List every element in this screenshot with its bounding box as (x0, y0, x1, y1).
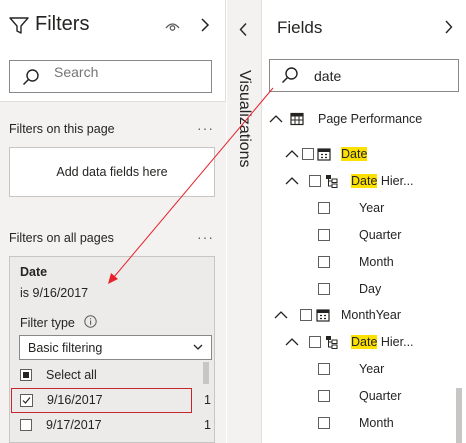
filter-type-label: Filter type (20, 316, 75, 330)
filters-pane: Filters Filters on this page ··· Add dat… (0, 0, 226, 443)
checkbox-checked-icon[interactable] (20, 394, 33, 407)
search-icon (22, 69, 39, 86)
hierarchy-level-year[interactable]: Year (318, 360, 448, 382)
tree-label: Page Performance (318, 112, 423, 126)
field-node-monthyear[interactable]: MonthYear (274, 306, 455, 328)
list-scrollbar[interactable] (203, 362, 209, 384)
visualizations-label[interactable]: Visualizations (233, 70, 253, 190)
filter-type-dropdown[interactable]: Basic filtering (19, 335, 212, 360)
checkbox[interactable] (300, 309, 312, 321)
list-item[interactable]: 9/16/2017 1 (11, 388, 211, 413)
tree-label: Day (359, 282, 382, 296)
fields-pane: Fields Page Performance Date Date Hier..… (263, 0, 466, 443)
option-count: 1 (204, 393, 211, 407)
checkbox[interactable] (302, 148, 314, 160)
hierarchy-level-month[interactable]: Month (318, 414, 448, 436)
tree-label: Month (359, 255, 394, 269)
option-label: Select all (46, 368, 97, 382)
filters-on-all-pages-heading: Filters on all pages (9, 231, 114, 245)
chevron-right-icon[interactable] (200, 17, 210, 33)
filter-card-summary: is 9/16/2017 (20, 286, 89, 300)
calendar-icon (316, 309, 330, 322)
filters-search-box[interactable] (9, 57, 212, 93)
checkbox[interactable] (20, 419, 32, 431)
hierarchy-node-date[interactable]: Date Hier... (285, 172, 455, 194)
tree-label: Year (359, 201, 385, 215)
list-item-select-all[interactable]: Select all (10, 364, 203, 388)
table-node-page-performance[interactable]: Page Performance (269, 110, 459, 132)
calendar-icon (317, 148, 331, 161)
hierarchy-level-month[interactable]: Month (318, 253, 448, 275)
hierarchy-node-date[interactable]: Date Hier... (285, 333, 455, 355)
tree-label: Date Hier... (351, 335, 414, 349)
tree-label-rest: Hier... (377, 335, 414, 349)
fields-search-input[interactable] (314, 62, 454, 90)
search-highlight: Date (341, 147, 368, 161)
chevron-up-icon[interactable] (269, 114, 283, 124)
checkbox[interactable] (309, 175, 321, 187)
chevron-up-icon[interactable] (274, 310, 288, 320)
chevron-right-icon[interactable] (444, 19, 453, 35)
more-options-button[interactable]: ··· (197, 229, 214, 245)
option-count: 1 (204, 418, 211, 432)
hierarchy-icon (326, 175, 338, 188)
info-icon[interactable] (84, 315, 97, 328)
filters-header: Filters (0, 0, 226, 52)
chevron-up-icon[interactable] (285, 337, 299, 347)
search-icon (281, 67, 298, 84)
tree-label-rest: Hier... (377, 174, 414, 188)
option-label: 9/17/2017 (46, 418, 102, 432)
chevron-up-icon[interactable] (285, 149, 299, 159)
tree-label: MonthYear (341, 308, 401, 322)
tree-label: Month (359, 416, 394, 430)
list-item[interactable]: 9/17/2017 1 (10, 414, 211, 438)
eye-icon[interactable] (165, 21, 180, 32)
filter-card-title: Date (20, 265, 48, 279)
add-data-fields-text: Add data fields here (56, 165, 168, 179)
visualizations-pane-collapsed[interactable]: Visualizations (227, 0, 262, 443)
fields-scrollbar[interactable] (456, 388, 462, 443)
table-icon (290, 112, 304, 126)
filters-search-input[interactable] (54, 57, 204, 87)
checkbox[interactable] (318, 202, 330, 214)
search-highlight: Date (351, 335, 378, 349)
checkbox[interactable] (309, 336, 321, 348)
tree-label: Date Hier... (351, 174, 414, 188)
search-highlight: Date (351, 174, 378, 188)
tree-label: Quarter (359, 228, 402, 242)
hierarchy-level-day[interactable]: Day (318, 280, 448, 302)
fields-title: Fields (277, 18, 323, 37)
tree-label: Quarter (359, 389, 402, 403)
hierarchy-level-quarter[interactable]: Quarter (318, 226, 448, 248)
hierarchy-level-quarter[interactable]: Quarter (318, 387, 448, 409)
option-label: 9/16/2017 (47, 393, 103, 407)
tree-label: Date (341, 147, 368, 161)
tree-label: Year (359, 362, 385, 376)
checkbox[interactable] (318, 363, 330, 375)
checkbox[interactable] (318, 390, 330, 402)
hierarchy-icon (326, 336, 338, 349)
checkbox[interactable] (318, 417, 330, 429)
checkbox[interactable] (318, 229, 330, 241)
more-options-button[interactable]: ··· (197, 120, 214, 136)
hierarchy-level-year[interactable]: Year (318, 199, 448, 221)
field-node-date[interactable]: Date (285, 145, 455, 167)
filter-type-value: Basic filtering (28, 341, 103, 355)
checkbox[interactable] (318, 283, 330, 295)
filters-title: Filters (35, 13, 90, 35)
date-filter-card[interactable]: Date is 9/16/2017 Filter type Basic filt… (9, 256, 215, 443)
chevron-down-icon (193, 344, 203, 350)
filters-on-this-page-heading: Filters on this page (9, 122, 115, 136)
add-data-fields-dropzone[interactable]: Add data fields here (9, 147, 215, 197)
checkbox[interactable] (20, 369, 32, 381)
funnel-icon (9, 17, 29, 34)
fields-search-box[interactable] (269, 59, 459, 92)
chevron-up-icon[interactable] (285, 176, 299, 186)
chevron-left-icon[interactable] (239, 22, 248, 37)
checkbox[interactable] (318, 256, 330, 268)
